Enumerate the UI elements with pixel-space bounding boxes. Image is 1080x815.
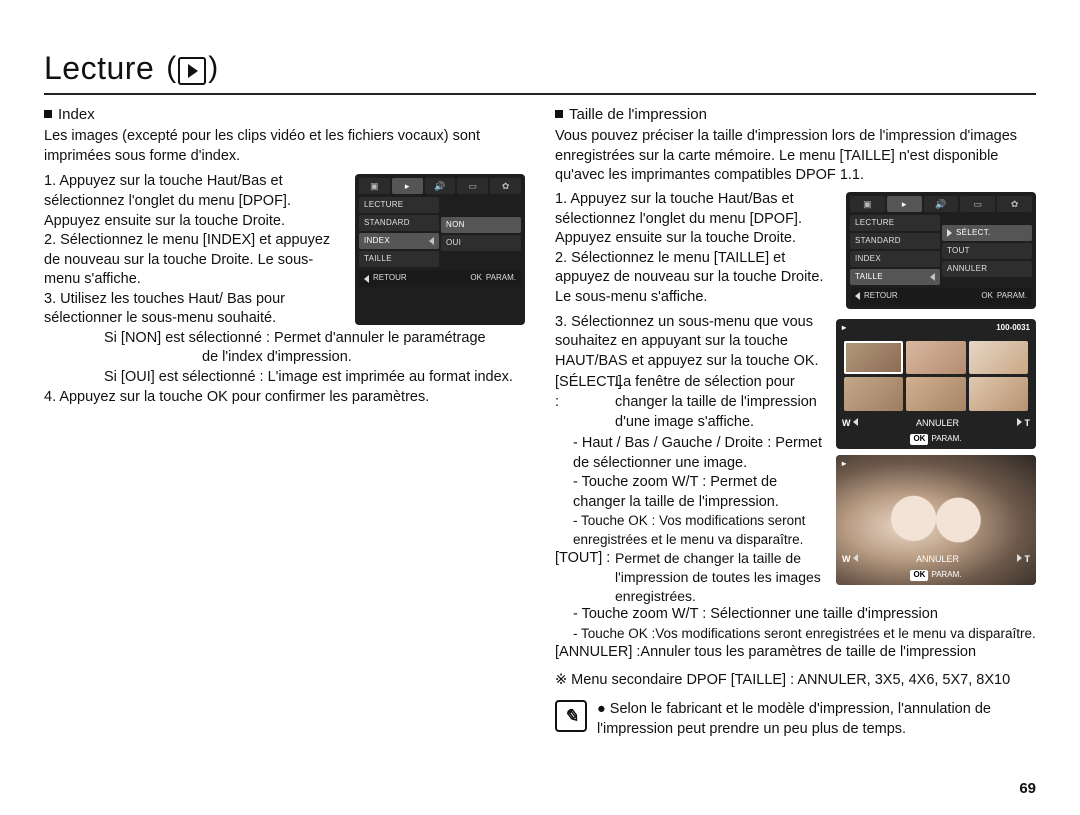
index-sel-oui: Si [OUI] est sélectionné : L'image est i…	[44, 368, 525, 388]
lcd-bar-ok: OK	[981, 291, 993, 302]
lcd-cell-tout: TOUT	[947, 247, 970, 255]
t-label: T	[1024, 418, 1030, 428]
param-label: PARAM.	[931, 570, 961, 579]
thumb-top-icon: ▸	[842, 323, 846, 334]
thumbnail	[844, 377, 903, 411]
ok-badge: OK	[910, 434, 928, 445]
lcd-tab-play-icon: ▸	[887, 196, 922, 212]
text-tout-ok: - Touche OK :Vos modifications seront en…	[555, 625, 1036, 643]
lcd-thumbnail-select: ▸ 100-0031 W AN	[836, 319, 1036, 449]
lcd-cell-taille: TAILLE	[855, 273, 883, 281]
thumbnail	[969, 377, 1028, 411]
index-intro: Les images (excepté pour les clips vidéo…	[44, 127, 525, 166]
lcd-bar-retour: RETOUR	[373, 273, 407, 284]
w-label: W	[842, 418, 851, 428]
lcd-tab-icon: ▣	[850, 196, 885, 212]
index-step3: 3. Utilisez les touches Haut/ Bas pour s…	[44, 290, 345, 329]
title-rule	[44, 93, 1036, 95]
text-zoom: - Touche zoom W/T : Permet de changer la…	[555, 473, 826, 512]
thumbnail-grid	[844, 341, 1028, 411]
playback-icon: ( )	[166, 52, 218, 86]
photo-placeholder	[836, 455, 1036, 585]
lcd-tab-display-icon: ▭	[457, 178, 488, 194]
size-step1: 1. Appuyez sur la touche Haut/Bas et sél…	[555, 190, 836, 249]
right-column: Taille de l'impression Vous pouvez préci…	[555, 105, 1036, 740]
left-arrow-icon	[853, 418, 858, 426]
section-heading-size: Taille de l'impression	[555, 105, 1036, 125]
lcd-bar-ok: OK	[470, 273, 482, 284]
right-arrow-icon	[1017, 554, 1022, 562]
lcd-cell-oui: OUI	[446, 239, 461, 247]
lcd-cell-select: SÉLECT.	[956, 229, 991, 237]
lcd-cell-taille: TAILLE	[359, 251, 439, 267]
lcd-tab-sound-icon: 🔊	[924, 196, 959, 212]
text-ok: - Touche OK : Vos modifications seront e…	[555, 512, 826, 548]
w-label: W	[842, 554, 851, 564]
lcd-tab-settings-icon: ✿	[490, 178, 521, 194]
lcd-tab-play-icon: ▸	[392, 178, 423, 194]
lcd-single-image: ▸ W ANNULER T OKPARAM.	[836, 455, 1036, 585]
text-tout-zoom: - Touche zoom W/T : Sélectionner une tai…	[555, 605, 1036, 625]
note-text: ● Selon le fabricant et le modèle d'impr…	[597, 700, 1036, 739]
size-step2: 2. Sélectionnez le menu [TAILLE] et appu…	[555, 249, 836, 308]
lcd-bar-param: PARAM.	[486, 273, 516, 284]
mid-label: ANNULER	[916, 417, 959, 429]
lcd-tab-icon: ▣	[359, 178, 390, 194]
lcd-bar-param: PARAM.	[997, 291, 1027, 302]
single-top-icon: ▸	[842, 459, 846, 470]
lcd-tab-display-icon: ▭	[960, 196, 995, 212]
left-arrow-icon	[853, 554, 858, 562]
lcd-cell-non: NON	[446, 221, 465, 229]
thumbnail	[969, 341, 1028, 375]
text-sizes: ※ Menu secondaire DPOF [TAILLE] : ANNULE…	[555, 671, 1036, 691]
lcd-tab-sound-icon: 🔊	[425, 178, 456, 194]
index-sel-non: Si [NON] est sélectionné : Permet d'annu…	[44, 329, 525, 349]
t-label: T	[1024, 554, 1030, 564]
page-number: 69	[1019, 780, 1036, 797]
lcd-cell-lecture: LECTURE	[850, 215, 940, 231]
lcd-cell-index: INDEX	[364, 237, 390, 245]
lcd-cell-index: INDEX	[850, 251, 940, 267]
lcd-menu-index: ▣ ▸ 🔊 ▭ ✿ LECTURE STANDARD INDEX TAILL	[355, 174, 525, 325]
page-title: Lecture	[44, 50, 154, 87]
text-annuler: Annuler tous les paramètres de taille de…	[640, 643, 976, 663]
index-step1: 1. Appuyez sur la touche Haut/Bas et sél…	[44, 172, 345, 231]
size-step3: 3. Sélectionnez un sous-menu que vous so…	[555, 313, 826, 372]
thumbnail	[906, 341, 965, 375]
param-label: PARAM.	[931, 434, 961, 443]
page-title-row: Lecture ( )	[44, 50, 1036, 87]
left-arrow-icon	[930, 273, 935, 281]
index-step4: 4. Appuyez sur la touche OK pour confirm…	[44, 388, 525, 408]
left-arrow-icon	[429, 237, 434, 245]
lcd-cell-standard: STANDARD	[359, 215, 439, 231]
index-step2: 2. Sélectionnez le menu [INDEX] et appuy…	[44, 231, 345, 290]
label-annuler: [ANNULER] :	[555, 643, 640, 663]
lcd-cell-standard: STANDARD	[850, 233, 940, 249]
thumb-counter: 100-0031	[996, 323, 1030, 334]
thumbnail	[906, 377, 965, 411]
label-select: [SÉLECT.] :	[555, 373, 615, 432]
ok-badge: OK	[910, 570, 928, 581]
lcd-cell-lecture: LECTURE	[359, 197, 439, 213]
label-tout: [TOUT] :	[555, 549, 615, 606]
play-square-icon	[178, 57, 206, 85]
text-tout: Permet de changer la taille de l'impress…	[615, 549, 826, 606]
lcd-bar-retour: RETOUR	[864, 291, 898, 302]
thumbnail	[844, 341, 903, 375]
left-arrow-icon	[855, 292, 860, 300]
size-intro: Vous pouvez préciser la taille d'impress…	[555, 127, 1036, 186]
text-hbd: - Haut / Bas / Gauche / Droite : Permet …	[555, 434, 826, 473]
left-column: Index Les images (excepté pour les clips…	[44, 105, 525, 740]
mid-label: ANNULER	[916, 553, 959, 565]
lcd-tab-settings-icon: ✿	[997, 196, 1032, 212]
index-sel-non2: de l'index d'impression.	[44, 348, 525, 368]
right-arrow-icon	[947, 229, 952, 237]
left-arrow-icon	[364, 275, 369, 283]
text-select: La fenêtre de sélection pour changer la …	[615, 373, 826, 432]
lcd-cell-annuler: ANNULER	[947, 265, 987, 273]
right-arrow-icon	[1017, 418, 1022, 426]
lcd-menu-size: ▣ ▸ 🔊 ▭ ✿ LECTURE STANDARD INDEX TAILLE	[846, 192, 1036, 309]
note-icon: ✎	[555, 700, 587, 732]
section-heading-index: Index	[44, 105, 525, 125]
